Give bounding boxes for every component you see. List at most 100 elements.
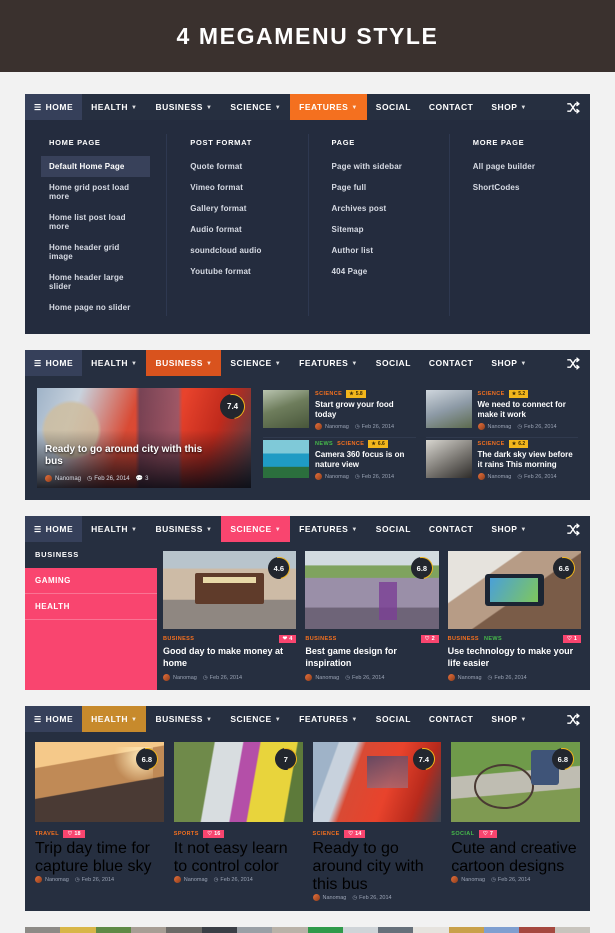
megamenu-link[interactable]: soundcloud audio <box>182 240 291 261</box>
megamenu-link[interactable]: Sitemap <box>324 219 433 240</box>
post-author: Nanomag <box>173 674 197 681</box>
megamenu-link[interactable]: Quote format <box>182 156 291 177</box>
nav-item-contact[interactable]: CONTACT <box>420 350 482 376</box>
post-card[interactable]: 7 SPORTS ♡ 16 It not easy learn to contro… <box>173 742 303 901</box>
megamenu-link[interactable]: Page full <box>324 177 433 198</box>
nav-item-health[interactable]: HEALTH ▼ <box>82 706 147 733</box>
nav-item-science[interactable]: SCIENCE ▼ <box>221 350 290 376</box>
rating-value: 6.8 <box>416 563 427 573</box>
nav-item-business[interactable]: BUSINESS ▼ <box>146 516 221 542</box>
nav-item-home[interactable]: ☰ HOME <box>25 350 83 376</box>
nav-item-shop[interactable]: SHOP ▼ <box>482 94 536 120</box>
nav-item-shop[interactable]: SHOP ▼ <box>482 516 536 542</box>
clock-icon: ◷ <box>487 674 493 681</box>
nav-item-features[interactable]: FEATURES ▼ <box>290 706 367 732</box>
megamenu-link[interactable]: Home grid post load more <box>41 177 150 207</box>
category-tag[interactable]: NEWS <box>484 636 502 642</box>
like-badge[interactable]: ♡ 16 <box>203 830 225 839</box>
megamenu-link[interactable]: Home header grid image <box>41 237 150 267</box>
megamenu-link[interactable]: 404 Page <box>324 261 433 282</box>
nav-item-shop[interactable]: SHOP ▼ <box>482 350 536 376</box>
category-tag[interactable]: SCIENCE <box>337 441 364 447</box>
like-badge[interactable]: ♡ 7 <box>478 830 497 839</box>
sidebar-item-gaming[interactable]: GAMING <box>25 568 157 594</box>
category-tag[interactable]: SCIENCE <box>478 441 505 447</box>
category-tag[interactable]: NEWS <box>315 441 333 447</box>
shuffle-icon[interactable] <box>557 94 590 120</box>
megamenu-link[interactable]: Vimeo format <box>182 177 291 198</box>
star-rating-badge: ★ 6.6 <box>368 440 388 448</box>
nav-item-contact[interactable]: CONTACT <box>420 516 482 542</box>
megamenu-link[interactable]: Home header large slider <box>41 267 150 297</box>
list-item[interactable]: SCIENCE ★ 5.8 Start grow your food today … <box>263 388 416 438</box>
sidebar-item-health[interactable]: HEALTH <box>25 594 157 620</box>
health-section: ☰ HOME HEALTH ▼ BUSINESS ▼ SCIENCE ▼ FEA… <box>25 706 590 912</box>
post-card[interactable]: 6.8 SOCIAL ♡ 7 Cute and creative cartoon … <box>451 742 580 901</box>
post-meta: Nanomag ◷ Feb 26, 2014 <box>163 674 296 682</box>
nav-item-home[interactable]: ☰ HOME <box>25 94 83 120</box>
like-badge[interactable]: ♡ 2 <box>420 635 439 643</box>
megamenu-link[interactable]: Youtube format <box>182 261 291 282</box>
like-badge[interactable]: ♡ 1 <box>562 635 581 643</box>
nav-item-social[interactable]: SOCIAL <box>367 94 420 120</box>
nav-item-contact[interactable]: CONTACT <box>420 706 482 732</box>
nav-item-health[interactable]: HEALTH ▼ <box>82 350 146 376</box>
megamenu-link[interactable]: Author list <box>324 240 433 261</box>
category-tag[interactable]: BUSINESS <box>305 636 336 642</box>
category-tag[interactable]: SCIENCE <box>313 831 340 837</box>
shuffle-icon[interactable] <box>557 706 590 732</box>
nav-item-home[interactable]: ☰ HOME <box>25 706 83 733</box>
megamenu-link[interactable]: All page builder <box>465 156 574 177</box>
nav-item-features[interactable]: FEATURES ▼ <box>290 94 367 120</box>
megamenu-link[interactable]: Home list post load more <box>41 207 150 237</box>
nav-item-features[interactable]: FEATURES ▼ <box>290 516 367 542</box>
post-card[interactable]: 6.6 BUSINESS NEWS ♡ 1 Use technology to m… <box>447 551 581 682</box>
shuffle-icon[interactable] <box>557 516 590 542</box>
megamenu-link[interactable]: Page with sidebar <box>324 156 433 177</box>
category-tag[interactable]: SCIENCE <box>478 391 505 397</box>
nav-item-business[interactable]: BUSINESS ▼ <box>146 350 222 376</box>
nav-item-home[interactable]: ☰ HOME <box>25 516 83 542</box>
nav-item-business[interactable]: BUSINESS ▼ <box>146 706 221 732</box>
category-tag[interactable]: SPORTS <box>174 831 199 837</box>
nav-item-social[interactable]: SOCIAL <box>367 706 420 732</box>
nav-item-science[interactable]: SCIENCE ▼ <box>221 94 290 120</box>
post-card[interactable]: 7.4 SCIENCE ♡ 14 Ready to go around city … <box>312 742 442 902</box>
category-tag[interactable]: TRAVEL <box>35 831 59 837</box>
like-badge[interactable]: ❤ 4 <box>278 635 297 643</box>
megamenu-link[interactable]: Audio format <box>182 219 291 240</box>
nav-item-shop[interactable]: SHOP ▼ <box>482 706 536 732</box>
post-card[interactable]: 6.8 BUSINESS ♡ 2 Best game design for ins… <box>305 551 439 682</box>
nav-item-science[interactable]: SCIENCE ▼ <box>221 516 291 542</box>
nav-item-features[interactable]: FEATURES ▼ <box>290 350 367 376</box>
post-card[interactable]: 4.6 BUSINESS ❤ 4 Good day to make money a… <box>163 551 297 682</box>
nav-item-business[interactable]: BUSINESS ▼ <box>146 94 221 120</box>
megamenu-link[interactable]: Archives post <box>324 198 433 219</box>
megamenu-link[interactable]: Gallery format <box>182 198 291 219</box>
nav-item-contact[interactable]: CONTACT <box>420 94 482 120</box>
list-item[interactable]: NEWS SCIENCE ★ 6.6 Camera 360 focus is on… <box>263 438 416 488</box>
nav-item-science[interactable]: SCIENCE ▼ <box>221 706 290 732</box>
post-card[interactable]: 6.8 TRAVEL ♡ 18 Trip day time for capture… <box>35 742 164 901</box>
megamenu-link[interactable]: ShortCodes <box>465 177 574 198</box>
category-tag[interactable]: SOCIAL <box>451 831 474 837</box>
nav-item-health[interactable]: HEALTH ▼ <box>82 94 146 120</box>
category-tag[interactable]: BUSINESS <box>448 636 479 642</box>
megamenu-link[interactable]: Home page no slider <box>41 297 150 318</box>
nav-item-health[interactable]: HEALTH ▼ <box>82 516 146 542</box>
post-author: Nanomag <box>487 423 512 430</box>
like-badge[interactable]: ♡ 18 <box>63 830 85 839</box>
shuffle-icon[interactable] <box>557 350 590 376</box>
list-item[interactable]: SCIENCE ★ 5.2 We need to connect for make… <box>425 388 579 438</box>
featured-post-card[interactable]: 7.4 Ready to go around city with this bu… <box>37 388 251 488</box>
post-author: Nanomag <box>315 674 340 681</box>
nav-item-social[interactable]: SOCIAL <box>367 350 420 376</box>
nav-item-social[interactable]: SOCIAL <box>367 516 420 542</box>
like-badge[interactable]: ♡ 14 <box>344 830 366 839</box>
avatar <box>173 876 181 884</box>
category-tag[interactable]: SCIENCE <box>315 391 342 397</box>
megamenu-link[interactable]: Default Home Page <box>41 156 151 177</box>
category-tag[interactable]: BUSINESS <box>163 636 194 642</box>
rating-badge: 4.6 <box>264 552 295 584</box>
list-item[interactable]: SCIENCE ★ 6.2 The dark sky view before it… <box>425 438 579 488</box>
